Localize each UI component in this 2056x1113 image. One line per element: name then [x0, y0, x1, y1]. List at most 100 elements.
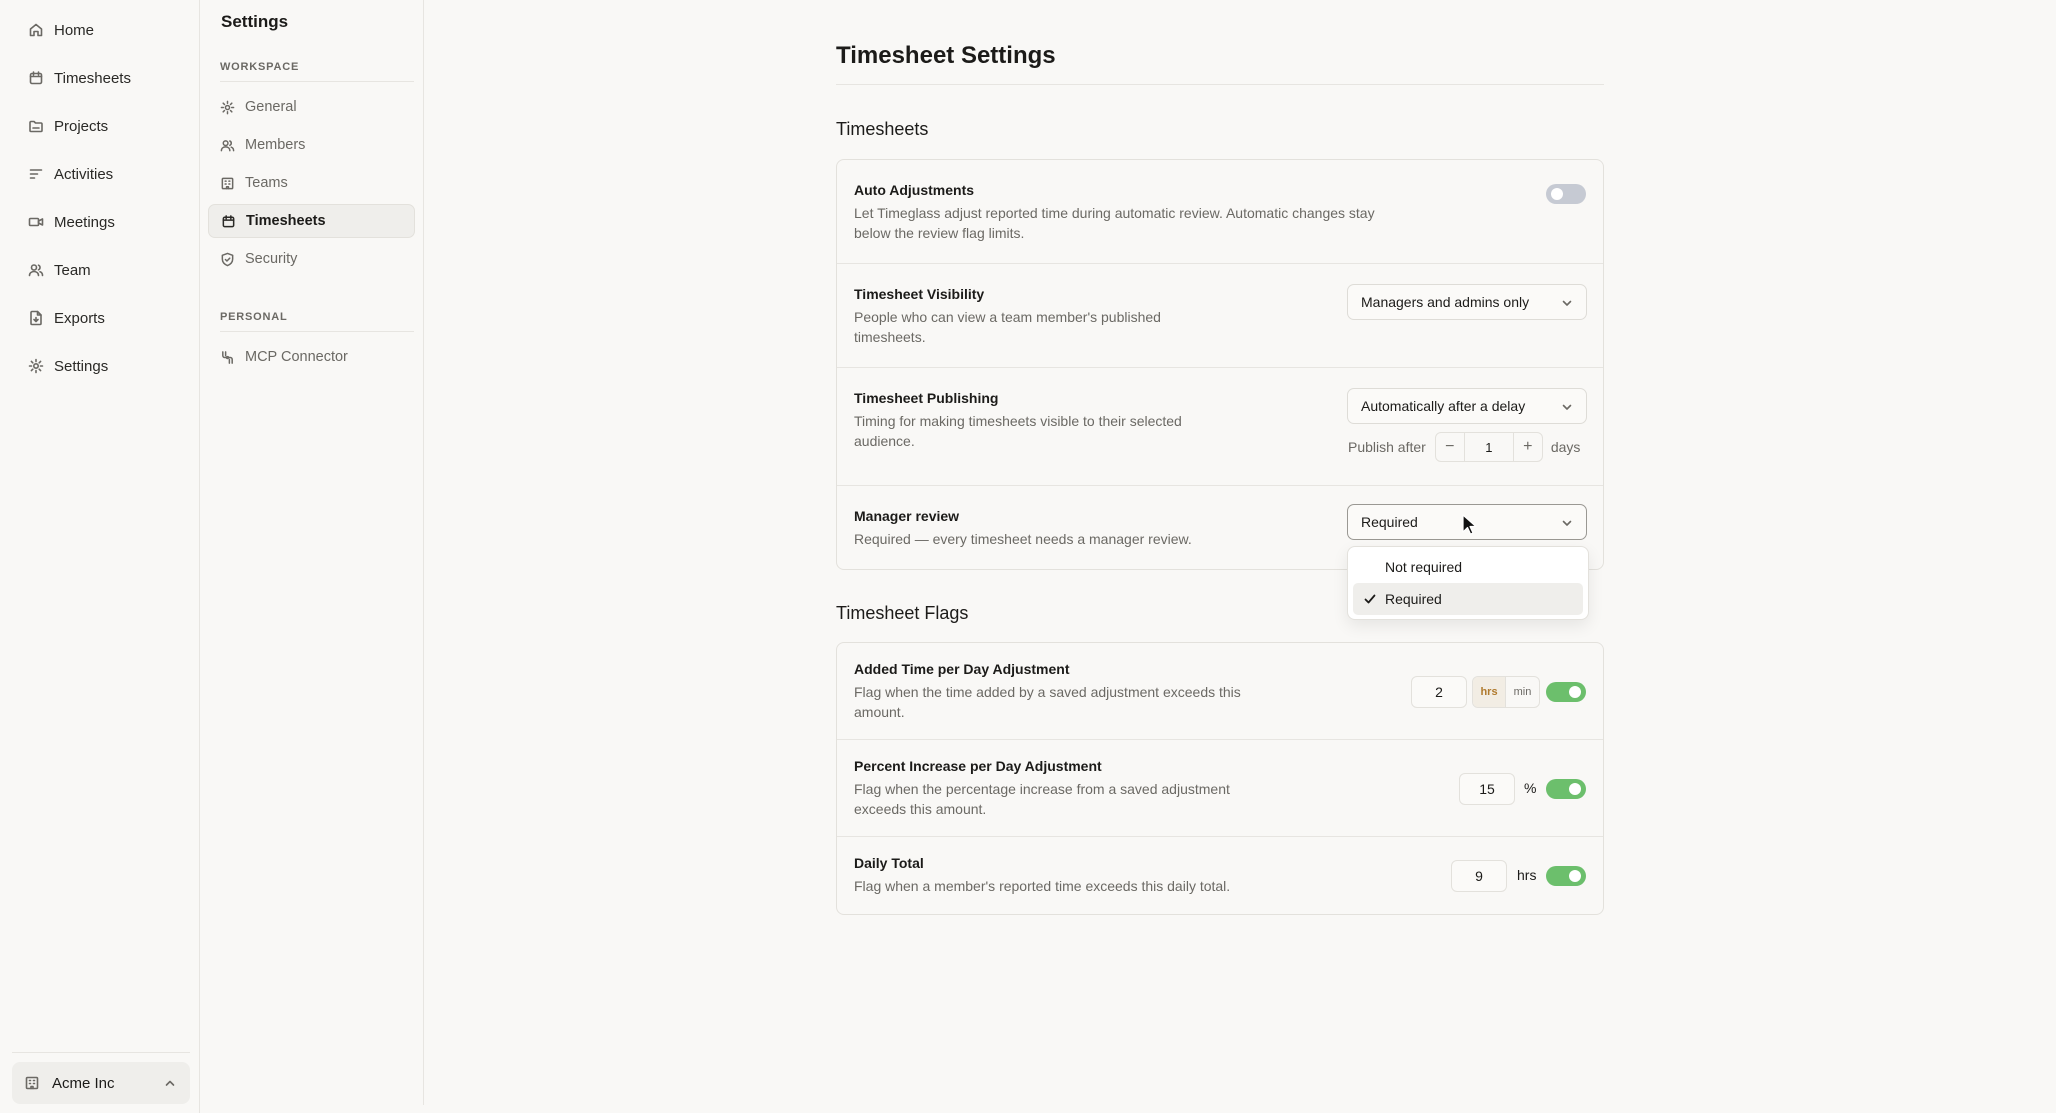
building-icon: [25, 1076, 39, 1090]
publish-after-label: Publish after: [1348, 439, 1426, 455]
nav-item-label: Exports: [54, 309, 105, 327]
timesheet-publishing-row: Timesheet Publishing Timing for making t…: [837, 368, 1603, 486]
subnav-item-label: MCP Connector: [245, 349, 348, 365]
subnav-section-workspace: WORKSPACE: [220, 61, 300, 73]
subnav-item-label: Members: [245, 137, 306, 153]
auto-adjustments-label: Auto Adjustments: [854, 182, 975, 198]
timesheet-visibility-desc-line1: People who can view a team member's publ…: [854, 309, 1161, 325]
publish-days-unit: days: [1550, 439, 1581, 455]
added-time-toggle[interactable]: [1546, 682, 1586, 702]
subnav-item-timesheets[interactable]: Timesheets: [208, 204, 415, 238]
daily-total-input[interactable]: 9: [1451, 860, 1507, 892]
auto-adjustments-row: Auto Adjustments Let Timeglass adjust re…: [837, 160, 1603, 264]
gear-icon: [28, 358, 44, 374]
title-divider: [836, 84, 1604, 85]
timesheet-visibility-value: Managers and admins only: [1361, 294, 1530, 310]
daily-total-toggle[interactable]: [1546, 866, 1586, 886]
workspace-name: Acme Inc: [52, 1074, 115, 1092]
nav-item-label: Settings: [54, 357, 109, 375]
nav-item-team[interactable]: Team: [28, 254, 91, 286]
nav-divider: [12, 1052, 190, 1053]
added-time-row: Added Time per Day Adjustment Flag when …: [837, 643, 1603, 740]
shield-icon: [221, 252, 234, 266]
video-icon: [28, 217, 44, 227]
timesheet-publishing-desc-line1: Timing for making timesheets visible to …: [854, 413, 1182, 429]
page-title: Timesheet Settings: [836, 42, 1056, 69]
nav-item-meetings[interactable]: Meetings: [28, 206, 115, 238]
users-icon: [28, 264, 44, 277]
calendar-icon: [222, 214, 235, 227]
daily-total-label: Daily Total: [854, 855, 924, 871]
manager-review-desc: Required — every timesheet needs a manag…: [854, 531, 1192, 547]
percent-increase-toggle[interactable]: [1546, 779, 1586, 799]
added-time-desc-line1: Flag when the time added by a saved adju…: [854, 684, 1241, 700]
toggle-knob: [1569, 686, 1581, 698]
subnav-item-general[interactable]: General: [208, 90, 415, 124]
nav-item-label: Projects: [54, 117, 109, 135]
subnav-item-security[interactable]: Security: [208, 242, 415, 276]
timesheet-visibility-desc-line2: timesheets.: [854, 329, 926, 345]
section-title-timesheets: Timesheets: [836, 119, 929, 139]
file-export-icon: [30, 310, 42, 326]
unit-hrs-option[interactable]: hrs: [1473, 677, 1506, 707]
unit-min-option[interactable]: min: [1506, 677, 1539, 707]
chevron-up-icon: [165, 1080, 175, 1086]
nav-item-label: Activities: [54, 165, 114, 183]
timesheet-publishing-value: Automatically after a delay: [1361, 398, 1526, 414]
percent-increase-row: Percent Increase per Day Adjustment Flag…: [837, 740, 1603, 837]
publish-days-input[interactable]: 1: [1463, 433, 1514, 461]
timesheet-visibility-label: Timesheet Visibility: [854, 286, 985, 302]
option-not-required[interactable]: Not required: [1353, 551, 1583, 583]
nav-item-activities[interactable]: Activities: [28, 158, 113, 190]
daily-total-row: Daily Total Flag when a member's reporte…: [837, 837, 1603, 915]
increment-button[interactable]: +: [1514, 433, 1542, 461]
calendar-icon: [29, 71, 43, 85]
nav-item-home[interactable]: Home: [28, 14, 94, 46]
auto-adjustments-toggle[interactable]: [1546, 184, 1586, 204]
mouse-cursor-icon: [1462, 514, 1477, 535]
publish-after-control: Publish after − 1 + days: [1348, 432, 1580, 462]
nav-item-projects[interactable]: Projects: [28, 110, 108, 142]
manager-review-value: Required: [1361, 514, 1418, 530]
settings-subnav: Settings WORKSPACE General Members Teams…: [200, 0, 424, 1105]
workspace-switcher[interactable]: Acme Inc: [12, 1062, 190, 1104]
nav-item-timesheets[interactable]: Timesheets: [28, 62, 131, 94]
percent-increase-label: Percent Increase per Day Adjustment: [854, 758, 1102, 774]
daily-total-unit: hrs: [1517, 867, 1537, 883]
timesheet-publishing-select[interactable]: Automatically after a delay: [1347, 388, 1587, 424]
subnav-divider: [220, 81, 414, 82]
timesheet-publishing-desc-line2: audience.: [854, 433, 915, 449]
option-label: Required: [1385, 591, 1442, 607]
manager-review-label: Manager review: [854, 508, 960, 524]
timesheet-publishing-label: Timesheet Publishing: [854, 390, 999, 406]
chevron-down-icon: [1562, 404, 1572, 410]
building-icon: [221, 177, 234, 189]
subnav-item-label: General: [245, 99, 297, 115]
home-icon: [29, 23, 43, 37]
subnav-item-teams[interactable]: Teams: [208, 166, 415, 200]
added-time-label: Added Time per Day Adjustment: [854, 661, 1070, 677]
subnav-item-label: Timesheets: [246, 213, 326, 229]
percent-unit: %: [1524, 780, 1537, 796]
decrement-button[interactable]: −: [1436, 433, 1464, 461]
timesheet-flags-card: Added Time per Day Adjustment Flag when …: [836, 642, 1604, 915]
nav-item-label: Team: [54, 261, 91, 279]
auto-adjustments-desc-line1: Let Timeglass adjust reported time durin…: [854, 205, 1375, 221]
subnav-item-mcp-connector[interactable]: MCP Connector: [208, 340, 415, 374]
connector-icon: [222, 350, 233, 364]
manager-review-dropdown: Not required Required: [1347, 546, 1589, 620]
subnav-title: Settings: [221, 12, 289, 31]
subnav-item-members[interactable]: Members: [208, 128, 415, 162]
subnav-divider: [220, 331, 414, 332]
timesheet-visibility-select[interactable]: Managers and admins only: [1347, 284, 1587, 320]
toggle-knob: [1551, 188, 1563, 200]
added-time-unit-toggle: hrs min: [1472, 676, 1540, 708]
percent-increase-desc-line2: exceeds this amount.: [854, 801, 987, 817]
nav-item-exports[interactable]: Exports: [28, 302, 105, 334]
option-required[interactable]: Required: [1353, 583, 1583, 615]
nav-item-label: Home: [54, 21, 95, 39]
added-time-input[interactable]: 2: [1411, 676, 1467, 708]
timesheets-card: Auto Adjustments Let Timeglass adjust re…: [836, 159, 1604, 570]
percent-increase-input[interactable]: 15: [1459, 773, 1515, 805]
nav-item-settings[interactable]: Settings: [28, 350, 108, 382]
